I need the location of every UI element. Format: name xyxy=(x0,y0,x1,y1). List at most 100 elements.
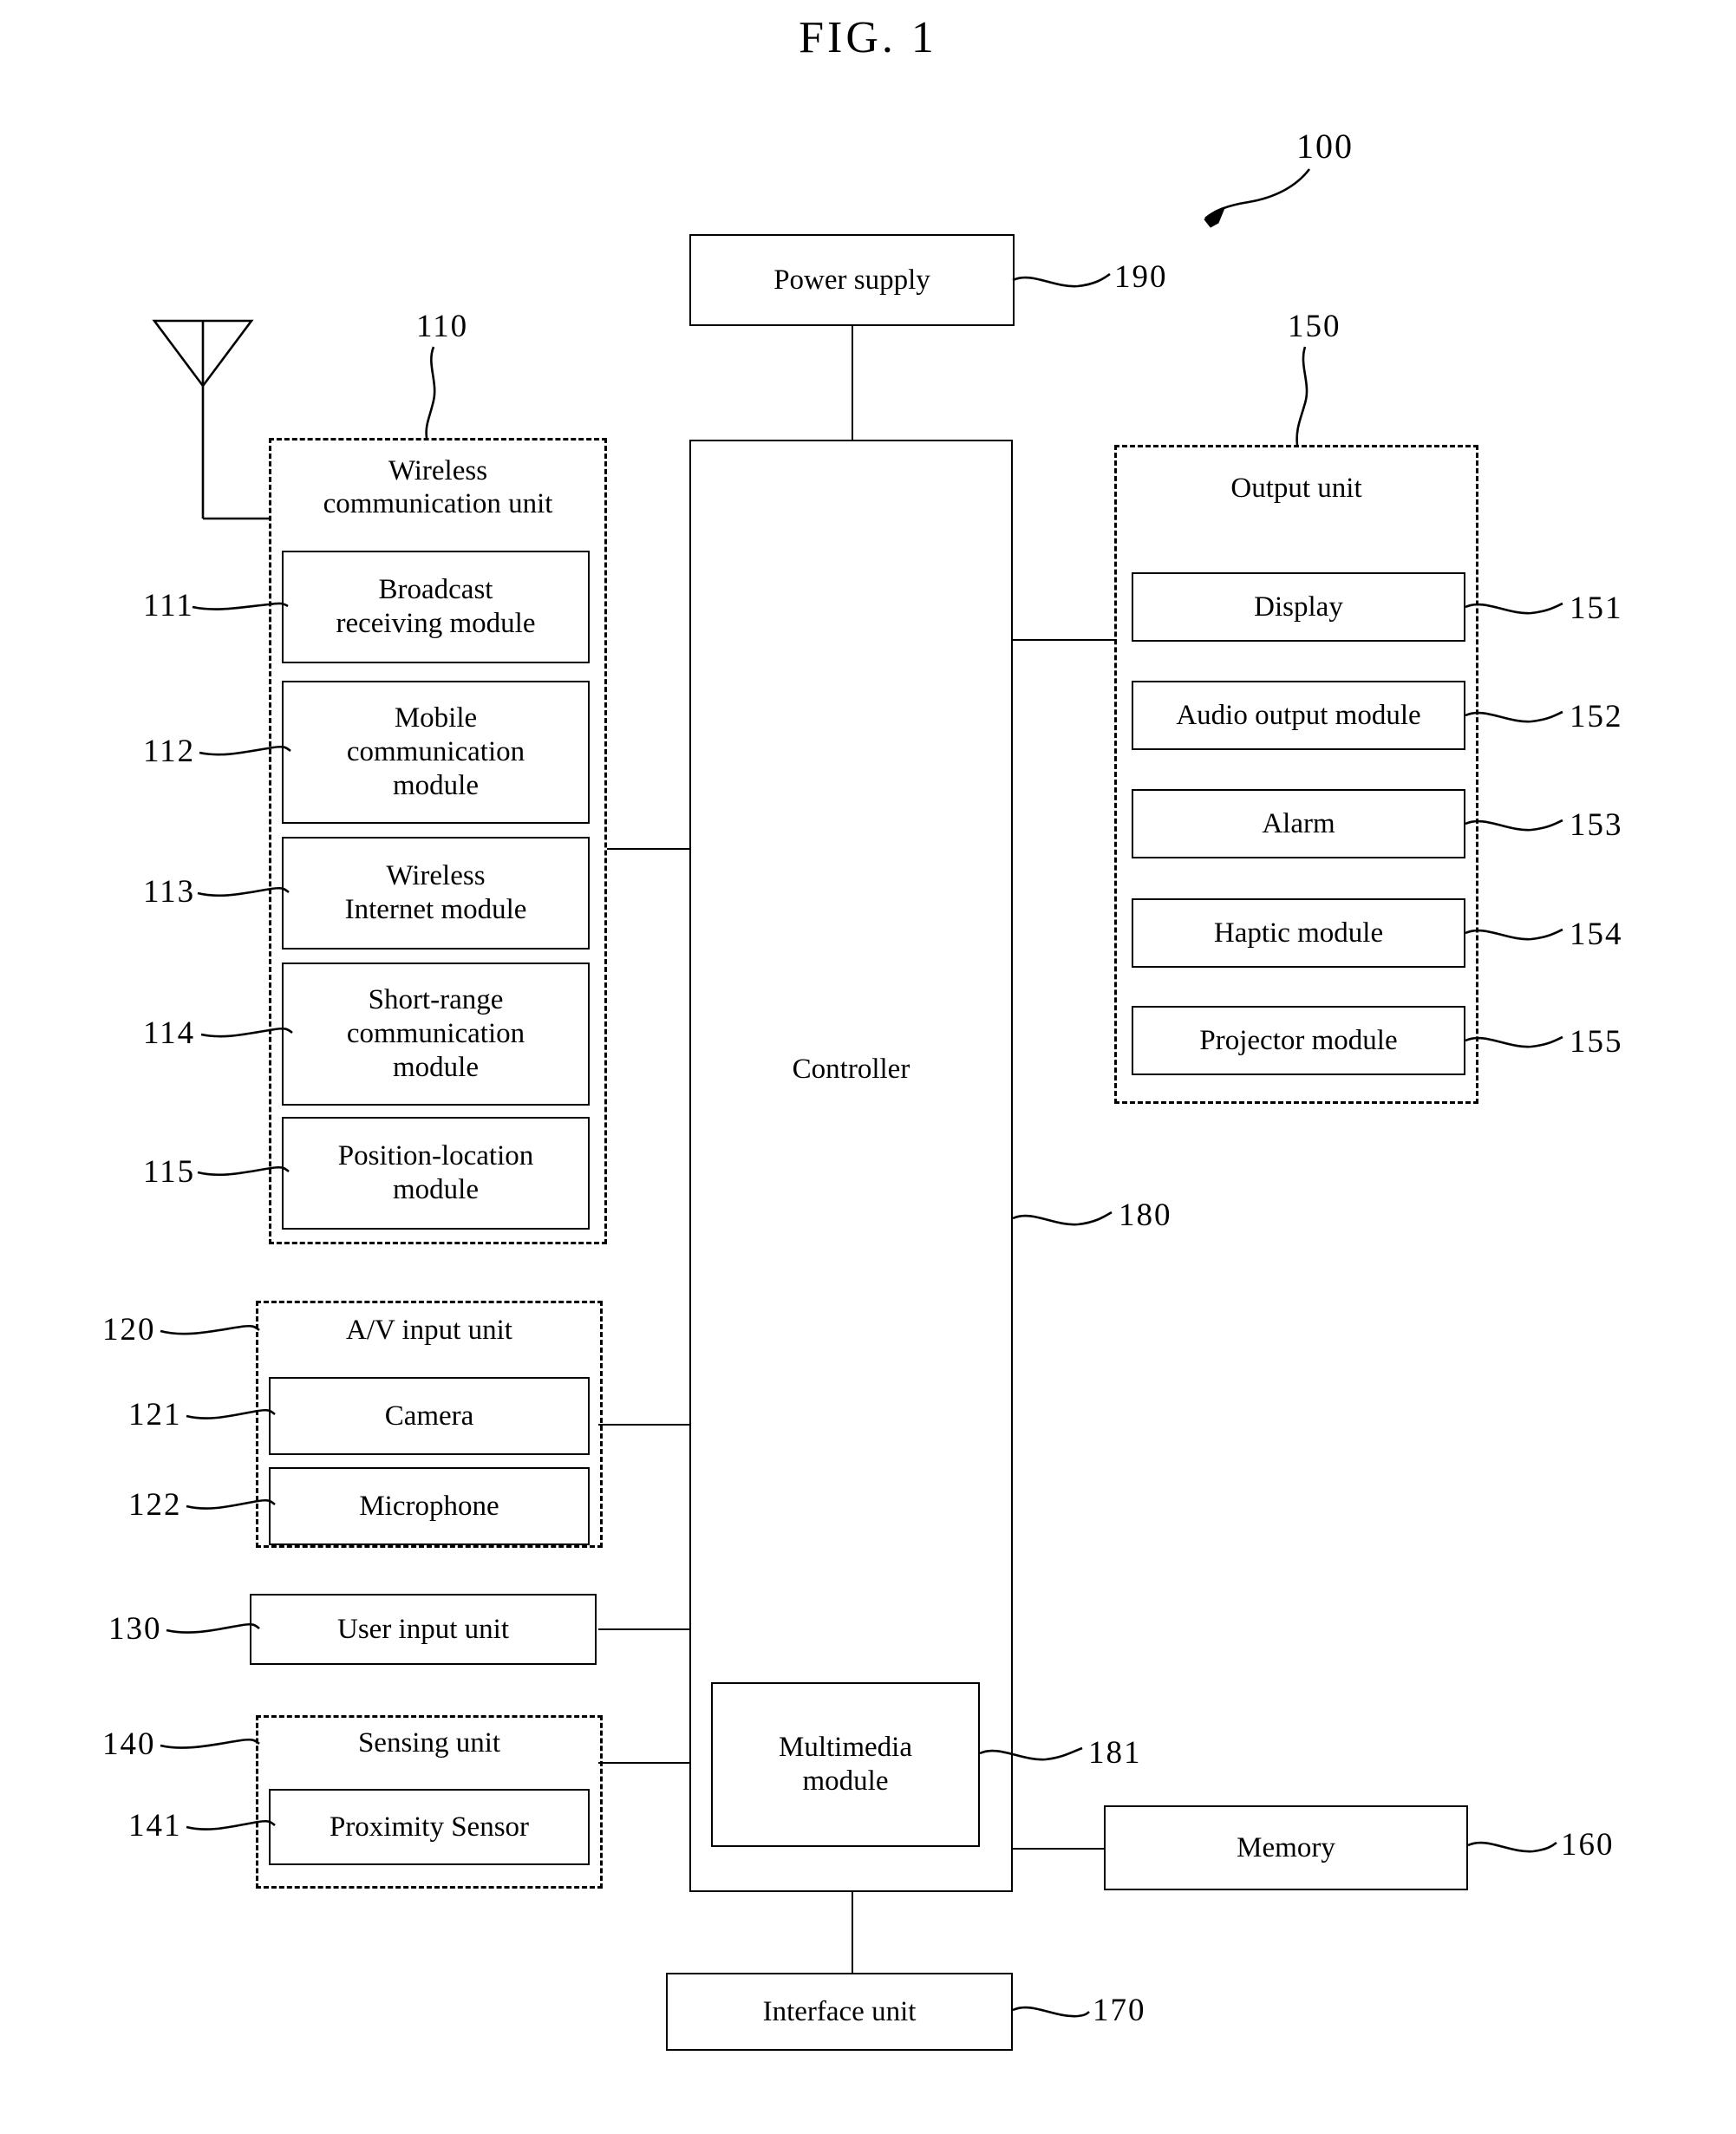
short-range-communication-module-line3: module xyxy=(393,1051,479,1083)
microphone-label: Microphone xyxy=(359,1490,499,1522)
mobile-communication-module-line1: Mobile xyxy=(394,702,478,734)
ref-100: 100 xyxy=(1296,127,1354,166)
multimedia-module-label-line1: Multimedia xyxy=(779,1732,912,1764)
ref-121: 121 xyxy=(128,1397,182,1432)
memory-label: Memory xyxy=(1237,1831,1335,1863)
position-location-module-line2: module xyxy=(393,1174,479,1205)
ref-114: 114 xyxy=(143,1015,196,1051)
av-input-unit-title: A/V input unit xyxy=(256,1315,603,1348)
multimedia-module-box[interactable]: Multimedia module xyxy=(711,1682,980,1847)
mobile-communication-module-line2: communication xyxy=(346,736,525,768)
memory-box[interactable]: Memory xyxy=(1104,1805,1468,1890)
leader-110 xyxy=(425,346,436,439)
ref-112: 112 xyxy=(143,734,196,769)
camera-label: Camera xyxy=(384,1400,474,1432)
power-supply-label: Power supply xyxy=(773,264,930,296)
position-location-module-line1: Position-location xyxy=(337,1140,534,1172)
leader-160 xyxy=(1467,1841,1557,1853)
camera-box[interactable]: Camera xyxy=(269,1377,590,1455)
ref-111: 111 xyxy=(143,588,194,623)
wireless-title-line2: communication unit xyxy=(323,487,553,519)
ref-153: 153 xyxy=(1570,807,1623,843)
ref-180: 180 xyxy=(1119,1198,1172,1233)
short-range-communication-module-line1: Short-range xyxy=(368,984,504,1016)
patent-figure: FIG. 1 Power supply 190 100 Controller 1… xyxy=(0,0,1736,2134)
proximity-sensor-label: Proximity Sensor xyxy=(329,1811,530,1843)
leader-154 xyxy=(1465,928,1563,941)
leader-153 xyxy=(1465,819,1563,832)
connector-controller-to-memory xyxy=(1013,1848,1104,1850)
wireless-internet-module-box[interactable]: Wireless Internet module xyxy=(282,837,590,950)
connector-av-to-controller xyxy=(598,1424,692,1426)
leader-100 xyxy=(1204,168,1311,228)
interface-unit-box[interactable]: Interface unit xyxy=(666,1973,1013,2051)
microphone-box[interactable]: Microphone xyxy=(269,1467,590,1545)
ref-151: 151 xyxy=(1570,591,1623,626)
leader-140 xyxy=(160,1738,260,1749)
ref-130: 130 xyxy=(108,1611,162,1647)
sensing-unit-title: Sensing unit xyxy=(256,1727,603,1760)
alarm-box[interactable]: Alarm xyxy=(1132,789,1465,858)
wireless-communication-unit-title: Wireless communication unit xyxy=(269,455,607,521)
controller-box[interactable]: Controller xyxy=(689,440,1013,1892)
ref-160: 160 xyxy=(1561,1827,1615,1863)
short-range-communication-module-line2: communication xyxy=(346,1018,525,1050)
wireless-title-line1: Wireless xyxy=(388,455,488,486)
haptic-module-box[interactable]: Haptic module xyxy=(1132,898,1465,968)
mobile-communication-module-line3: module xyxy=(393,769,479,801)
output-unit-group xyxy=(1114,445,1478,1104)
multimedia-module-label-line2: module xyxy=(802,1765,889,1797)
ref-141: 141 xyxy=(128,1808,182,1844)
wireless-internet-module-line1: Wireless xyxy=(386,860,486,892)
ref-170: 170 xyxy=(1093,1993,1146,2028)
broadcast-receiving-module-line2: receiving module xyxy=(336,608,536,639)
broadcast-receiving-module-box[interactable]: Broadcast receiving module xyxy=(282,551,590,663)
leader-152 xyxy=(1465,710,1563,723)
projector-module-label: Projector module xyxy=(1199,1024,1398,1056)
position-location-module-box[interactable]: Position-location module xyxy=(282,1117,590,1230)
sensing-unit-title-text: Sensing unit xyxy=(357,1727,501,1759)
proximity-sensor-box[interactable]: Proximity Sensor xyxy=(269,1789,590,1865)
interface-unit-label: Interface unit xyxy=(762,1995,917,2027)
leader-170 xyxy=(1012,2006,1090,2018)
leader-190 xyxy=(1012,272,1111,288)
av-input-unit-title-text: A/V input unit xyxy=(346,1315,512,1346)
user-input-unit-box[interactable]: User input unit xyxy=(250,1594,597,1665)
short-range-communication-module-box[interactable]: Short-range communication module xyxy=(282,963,590,1106)
connector-controller-to-interface xyxy=(852,1892,853,1973)
audio-output-module-box[interactable]: Audio output module xyxy=(1132,681,1465,750)
ref-150: 150 xyxy=(1288,309,1341,344)
connector-power-to-controller xyxy=(852,325,853,441)
wireless-internet-module-line2: Internet module xyxy=(344,894,527,925)
leader-180 xyxy=(1012,1211,1113,1226)
user-input-unit-label: User input unit xyxy=(337,1613,509,1645)
haptic-module-label: Haptic module xyxy=(1213,917,1384,949)
broadcast-receiving-module-line1: Broadcast xyxy=(378,574,493,606)
ref-155: 155 xyxy=(1570,1024,1623,1060)
connector-wireless-to-controller xyxy=(607,848,692,850)
connector-sensing-to-controller xyxy=(598,1762,692,1764)
display-label: Display xyxy=(1254,591,1343,623)
output-unit-title: Output unit xyxy=(1114,473,1478,506)
leader-150 xyxy=(1295,346,1309,446)
leader-155 xyxy=(1465,1035,1563,1048)
mobile-communication-module-box[interactable]: Mobile communication module xyxy=(282,681,590,824)
antenna-icon xyxy=(152,319,269,520)
ref-110: 110 xyxy=(416,309,469,344)
projector-module-box[interactable]: Projector module xyxy=(1132,1006,1465,1075)
figure-title: FIG. 1 xyxy=(799,13,937,62)
leader-151 xyxy=(1465,602,1563,615)
alarm-label: Alarm xyxy=(1262,807,1335,839)
ref-154: 154 xyxy=(1570,917,1623,952)
connector-controller-to-output xyxy=(1013,639,1117,641)
controller-label: Controller xyxy=(792,1054,910,1085)
leader-120 xyxy=(160,1324,260,1335)
ref-115: 115 xyxy=(143,1154,196,1190)
ref-152: 152 xyxy=(1570,699,1623,734)
display-box[interactable]: Display xyxy=(1132,572,1465,642)
connector-userinput-to-controller xyxy=(598,1628,692,1630)
output-unit-title-text: Output unit xyxy=(1230,473,1362,504)
ref-120: 120 xyxy=(102,1312,156,1348)
power-supply-box[interactable]: Power supply xyxy=(689,234,1015,326)
ref-140: 140 xyxy=(102,1726,156,1762)
